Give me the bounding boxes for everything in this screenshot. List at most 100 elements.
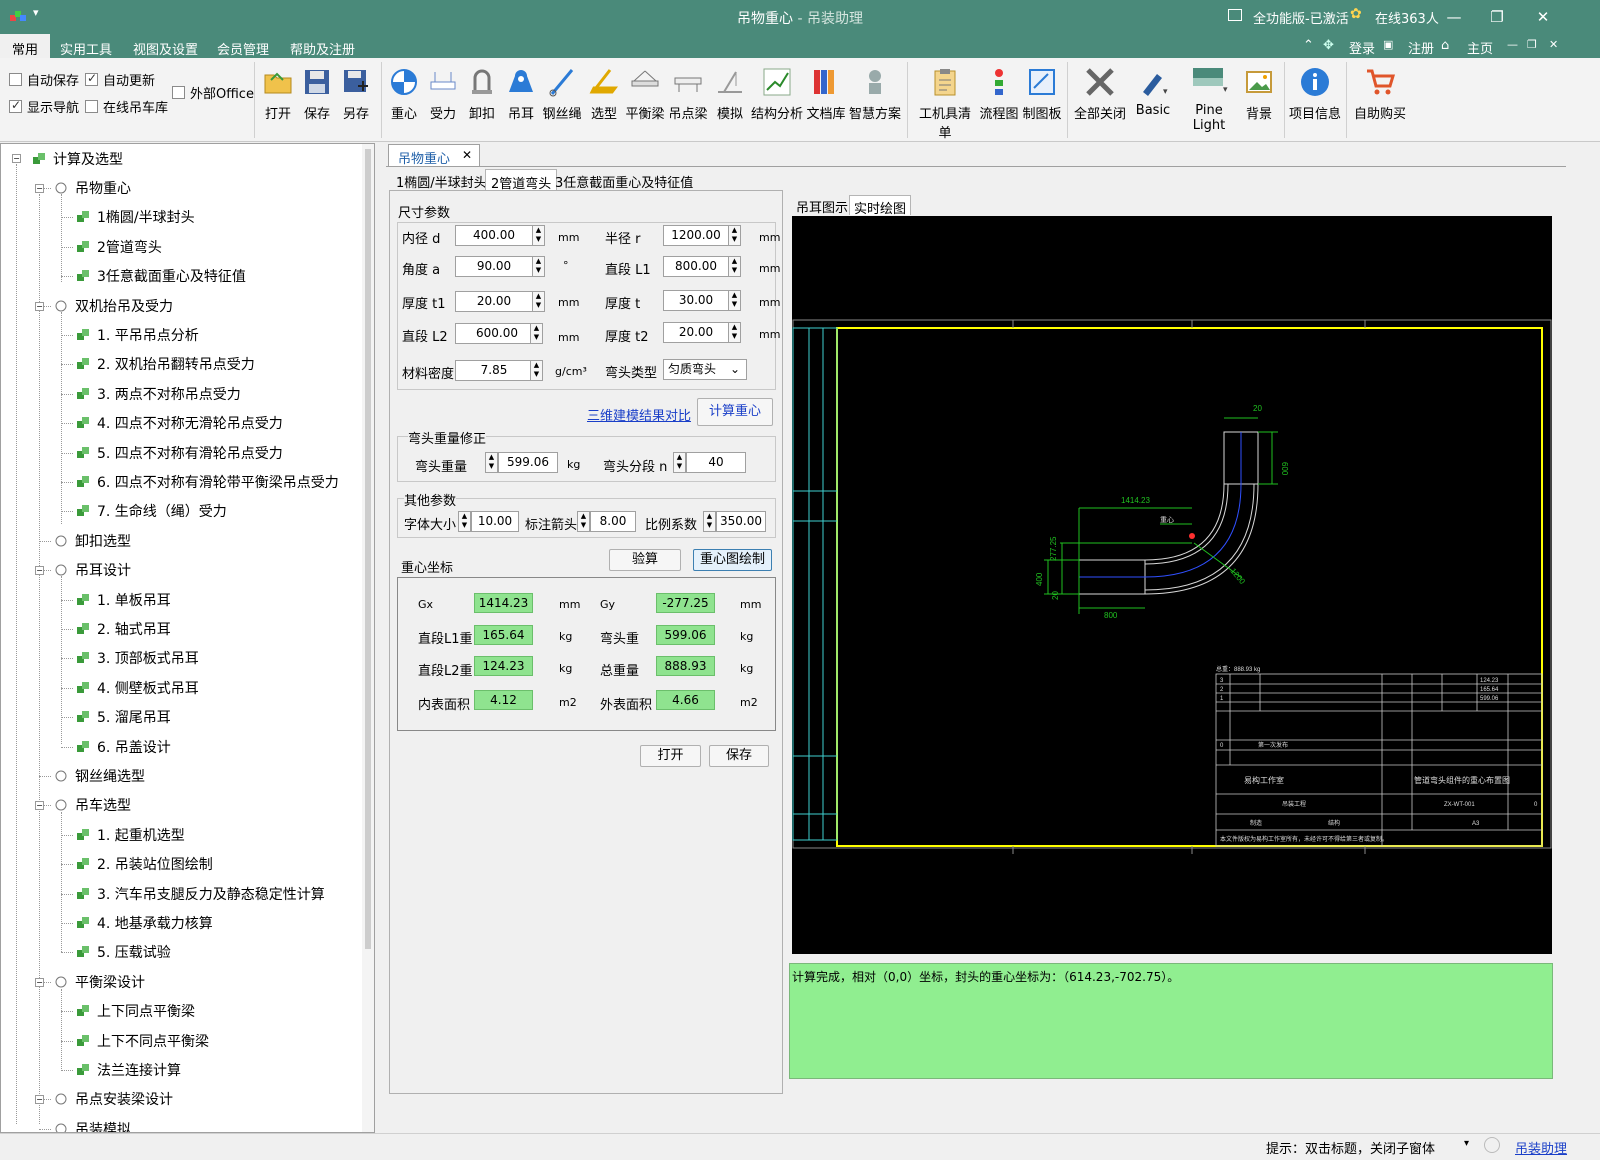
theme-pine-light-button[interactable]: ▾ Pine Light bbox=[1180, 66, 1238, 133]
tree-item[interactable]: 2管道弯头 bbox=[75, 237, 162, 257]
tree-item[interactable]: 3. 两点不对称吊点受力 bbox=[75, 384, 241, 404]
save-as-button[interactable]: 另存 bbox=[333, 66, 379, 122]
tree-item[interactable]: 法兰连接计算 bbox=[75, 1060, 181, 1080]
restore-icon[interactable]: ❐ bbox=[1485, 5, 1509, 29]
selection-button[interactable]: 选型 bbox=[581, 66, 627, 122]
tab-close-icon[interactable]: ✕ bbox=[462, 148, 472, 162]
thickness-t1-input[interactable]: 20.00 bbox=[455, 291, 533, 312]
inner-diameter-input[interactable]: 400.00 bbox=[455, 225, 533, 246]
smart-solution-button[interactable]: 智慧方案 bbox=[849, 66, 901, 122]
tree-category[interactable]: 吊装模拟 bbox=[53, 1119, 131, 1132]
tools-icon[interactable]: ✥ bbox=[1323, 38, 1334, 53]
expander-icon[interactable]: − bbox=[35, 301, 44, 311]
tab-cog-document[interactable]: 吊物重心 ✕ bbox=[388, 144, 480, 167]
background-button[interactable]: 背景 bbox=[1236, 66, 1282, 122]
arrow-input[interactable]: 8.00 bbox=[590, 511, 636, 532]
tree-item[interactable]: 5. 溜尾吊耳 bbox=[75, 707, 171, 727]
status-dropdown-icon[interactable]: ▾ bbox=[1464, 1138, 1469, 1149]
angle-input[interactable]: 90.00 bbox=[455, 256, 533, 277]
straight-l1-spinner[interactable]: ▲ ▼ bbox=[728, 256, 741, 277]
expander-icon[interactable]: − bbox=[35, 1095, 44, 1105]
expander-icon[interactable]: − bbox=[35, 184, 44, 193]
show-nav-checkbox[interactable]: 显示导航 bbox=[9, 97, 79, 116]
straight-l2-input[interactable]: 600.00 bbox=[455, 323, 539, 344]
tree-item[interactable]: 5. 四点不对称有滑轮吊点受力 bbox=[75, 443, 283, 463]
wire-rope-button[interactable]: 钢丝绳 bbox=[539, 66, 585, 122]
tree-category[interactable]: 吊耳设计 bbox=[53, 560, 131, 580]
radius-input[interactable]: 1200.00 bbox=[663, 225, 729, 246]
tree-item[interactable]: 7. 生命线（绳）受力 bbox=[75, 501, 227, 521]
tree-item[interactable]: 1. 单板吊耳 bbox=[75, 590, 171, 610]
font-size-spinner[interactable]: ▲ ▼ bbox=[458, 511, 471, 532]
subtab-arbitrary-section[interactable]: 3任意截面重心及特征值 bbox=[550, 169, 698, 191]
straight-l1-input[interactable]: 800.00 bbox=[663, 256, 729, 277]
drawing-board-button[interactable]: 制图板 bbox=[1019, 66, 1065, 122]
tree-item[interactable]: 1. 平吊吊点分析 bbox=[75, 325, 199, 345]
app-link[interactable]: 吊装助理 bbox=[1515, 1138, 1567, 1157]
scale-spinner[interactable]: ▲ ▼ bbox=[703, 511, 716, 532]
lifting-beam-button[interactable]: 吊点梁 bbox=[665, 66, 711, 122]
tree-category[interactable]: 平衡梁设计 bbox=[53, 972, 145, 992]
collapse-ribbon-icon[interactable]: ⌃ bbox=[1303, 38, 1314, 53]
tree-category[interactable]: 双机抬吊及受力 bbox=[53, 296, 173, 316]
close-icon[interactable]: ✕ bbox=[1531, 5, 1555, 29]
login-link[interactable]: 登录 bbox=[1349, 38, 1375, 57]
autosave-checkbox[interactable]: 自动保存 bbox=[9, 70, 79, 89]
tree-item[interactable]: 3. 顶部板式吊耳 bbox=[75, 648, 199, 668]
document-library-button[interactable]: 文档库 bbox=[803, 66, 849, 122]
elbow-weight-spinner[interactable]: ▲ ▼ bbox=[485, 452, 498, 473]
arrow-spinner[interactable]: ▲ ▼ bbox=[577, 511, 590, 532]
tree-item[interactable]: 3任意截面重心及特征值 bbox=[75, 266, 246, 286]
structure-analysis-button[interactable]: 结构分析 bbox=[751, 66, 803, 122]
tree-category[interactable]: 吊物重心 bbox=[53, 178, 131, 198]
font-size-input[interactable]: 10.00 bbox=[471, 511, 519, 532]
verify-button[interactable]: 验算 bbox=[609, 549, 681, 571]
angle-spinner[interactable]: ▲ ▼ bbox=[532, 256, 545, 277]
thickness-t-input[interactable]: 30.00 bbox=[663, 290, 729, 311]
scale-input[interactable]: 350.00 bbox=[716, 511, 766, 532]
tab-lug-diagram[interactable]: 吊耳图示 bbox=[792, 195, 852, 216]
flowchart-button[interactable]: 流程图 bbox=[976, 66, 1022, 122]
tree-item[interactable]: 4. 四点不对称无滑轮吊点受力 bbox=[75, 413, 283, 433]
homepage-link[interactable]: 主页 bbox=[1467, 38, 1493, 57]
tree-item[interactable]: 3. 汽车吊支腿反力及静态稳定性计算 bbox=[75, 884, 325, 904]
expander-icon[interactable]: − bbox=[35, 566, 44, 576]
elbow-type-select[interactable]: 匀质弯头 ⌄ bbox=[663, 359, 747, 380]
purchase-button[interactable]: 自助购买 bbox=[1352, 66, 1408, 122]
tree-category[interactable]: 卸扣选型 bbox=[53, 531, 131, 551]
thickness-t-spinner[interactable]: ▲ ▼ bbox=[728, 290, 741, 311]
density-input[interactable]: 7.85 bbox=[455, 360, 533, 381]
tree-item[interactable]: 2. 双机抬吊翻转吊点受力 bbox=[75, 354, 255, 374]
project-info-button[interactable]: 项目信息 bbox=[1287, 66, 1343, 122]
tree-scrollbar[interactable] bbox=[362, 144, 374, 1132]
subtab-pipe-elbow[interactable]: 2管道弯头 bbox=[485, 169, 558, 192]
subtab-ellipsoid-head[interactable]: 1椭圆/半球封头 bbox=[391, 169, 492, 191]
tree-item[interactable]: 1. 起重机选型 bbox=[75, 825, 185, 845]
tab-live-drawing[interactable]: 实时绘图 bbox=[849, 195, 912, 217]
spreader-beam-button[interactable]: 平衡梁 bbox=[622, 66, 668, 122]
tree-item[interactable]: 2. 轴式吊耳 bbox=[75, 619, 171, 639]
tree-root[interactable]: 计算及选型 bbox=[31, 149, 123, 169]
tree-item[interactable]: 上下同点平衡梁 bbox=[75, 1001, 195, 1021]
expander-icon[interactable]: − bbox=[12, 154, 21, 163]
mdi-minimize-icon[interactable]: — bbox=[1507, 38, 1518, 51]
thickness-t2-spinner[interactable]: ▲ ▼ bbox=[728, 322, 741, 343]
minimize-icon[interactable]: — bbox=[1442, 5, 1466, 29]
menu-view-settings[interactable]: 视图及设置 bbox=[133, 39, 198, 58]
tree-item[interactable]: 1椭圆/半球封头 bbox=[75, 207, 195, 227]
tree-item[interactable]: 4. 地基承载力核算 bbox=[75, 913, 213, 933]
draw-cog-button[interactable]: 重心图绘制 bbox=[693, 549, 772, 571]
menu-home[interactable]: 常用 bbox=[0, 34, 51, 58]
open-file-button[interactable]: 打开 bbox=[640, 745, 701, 767]
save-file-button[interactable]: 保存 bbox=[709, 745, 769, 767]
external-office-checkbox[interactable]: 外部Office bbox=[172, 83, 254, 102]
tool-list-button[interactable]: 工机具清单 bbox=[914, 66, 976, 141]
tree-item[interactable]: 上下不同点平衡梁 bbox=[75, 1031, 209, 1051]
online-crane-lib-checkbox[interactable]: 在线吊车库 bbox=[85, 97, 168, 116]
straight-l2-spinner[interactable]: ▲ ▼ bbox=[530, 323, 543, 344]
radius-spinner[interactable]: ▲ ▼ bbox=[728, 225, 741, 246]
theme-basic-button[interactable]: ▾ Basic bbox=[1130, 66, 1176, 118]
segments-input[interactable]: 40 bbox=[686, 452, 746, 473]
menu-membership[interactable]: 会员管理 bbox=[217, 39, 269, 58]
tree-item[interactable]: 5. 压载试验 bbox=[75, 942, 171, 962]
